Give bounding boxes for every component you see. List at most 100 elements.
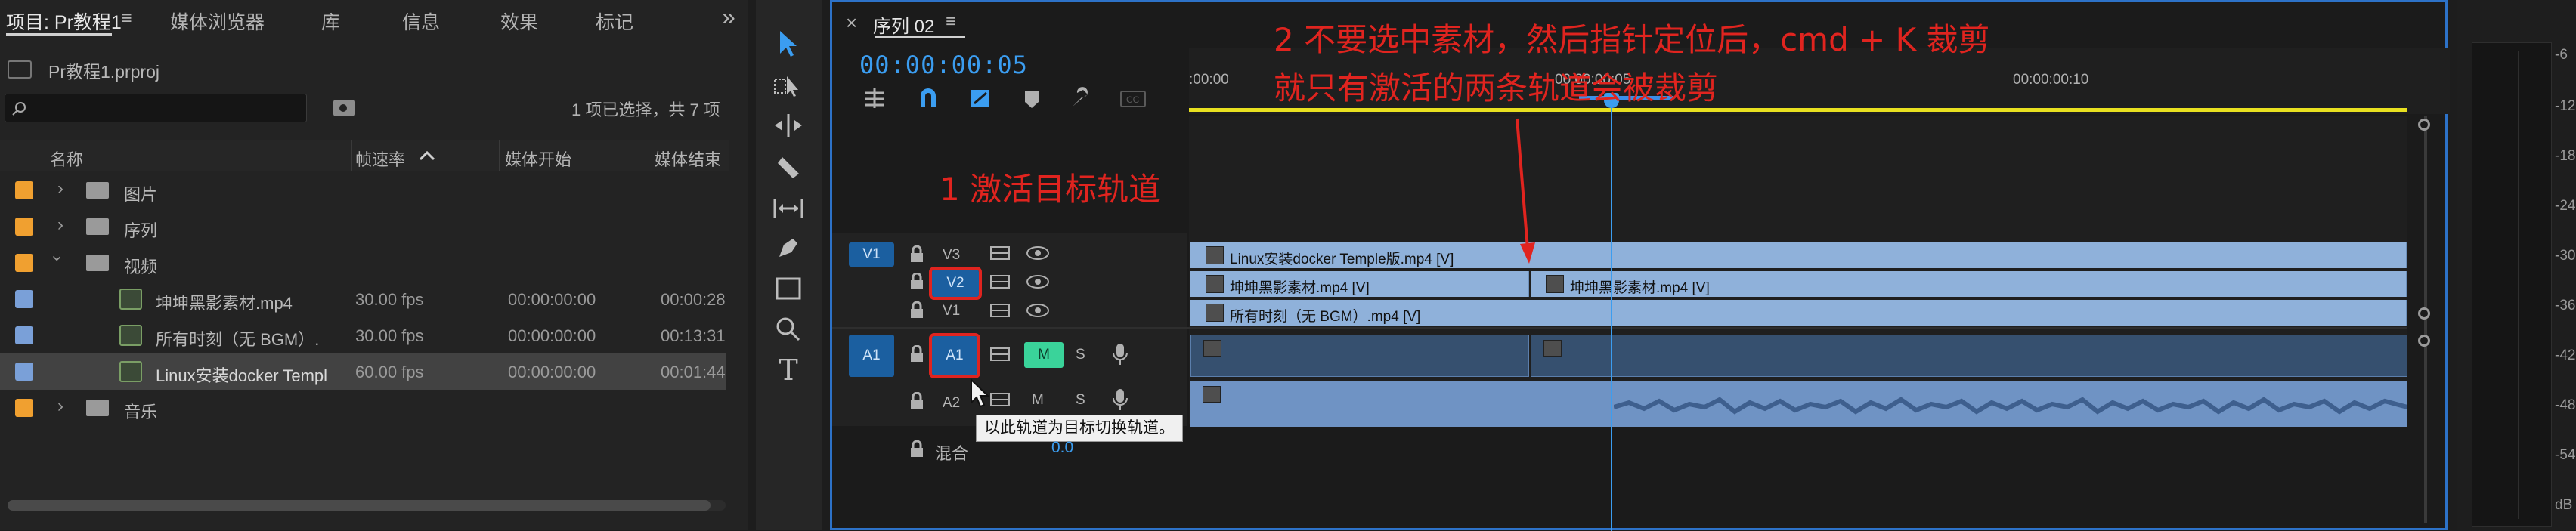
track-area[interactable]: [1189, 116, 2407, 424]
horizontal-scrollbar[interactable]: [8, 500, 726, 511]
project-menu-icon[interactable]: ≡: [121, 8, 132, 29]
tab-markers[interactable]: 标记: [596, 8, 633, 35]
audio-clip-a1-first[interactable]: [1190, 335, 1529, 377]
label-color-swatch[interactable]: [15, 218, 33, 236]
nest-toggle-icon[interactable]: [862, 87, 887, 110]
lock-icon[interactable]: [909, 301, 924, 320]
vertical-scrollbar[interactable]: [2412, 116, 2442, 523]
new-search-bin-icon[interactable]: [333, 97, 355, 118]
column-divider[interactable]: [499, 140, 500, 171]
tab-project[interactable]: 项目: Pr教程1: [6, 8, 122, 35]
audio-clip-a1-second[interactable]: [1531, 335, 2407, 377]
track-target-a1[interactable]: A1: [929, 333, 980, 378]
tab-sequence[interactable]: 序列 02: [873, 11, 934, 38]
tab-media-browser[interactable]: 媒体浏览器: [170, 8, 265, 35]
selection-tool-icon[interactable]: [769, 27, 807, 60]
lock-icon[interactable]: [909, 245, 924, 264]
meter-scale-label: -54: [2555, 447, 2576, 463]
column-name[interactable]: 名称: [50, 147, 83, 171]
sync-lock-icon[interactable]: [989, 345, 1011, 363]
sequence-menu-icon[interactable]: ≡: [946, 11, 956, 32]
ripple-edit-tool-icon[interactable]: [769, 109, 807, 142]
label-color-swatch[interactable]: [15, 181, 33, 199]
rectangle-tool-icon[interactable]: [769, 272, 807, 305]
lock-icon[interactable]: [909, 440, 924, 458]
track-label-v3[interactable]: V3: [943, 247, 960, 264]
clip-v2-first[interactable]: 坤坤黑影素材.mp4 [V]: [1190, 271, 1529, 297]
playhead-line[interactable]: [1611, 93, 1612, 531]
linked-selection-icon[interactable]: [968, 87, 992, 110]
source-patch-a1[interactable]: A1: [849, 335, 894, 377]
voiceover-mic-icon[interactable]: [1112, 387, 1129, 412]
slip-tool-icon[interactable]: [769, 192, 807, 225]
clip-v2-second[interactable]: 坤坤黑影素材.mp4 [V]: [1531, 271, 2407, 297]
pen-tool-icon[interactable]: [769, 231, 807, 264]
mute-button-a1[interactable]: M: [1024, 342, 1064, 368]
sync-lock-icon[interactable]: [989, 301, 1011, 320]
list-item-folder-music[interactable]: › 音乐: [0, 390, 726, 426]
column-divider[interactable]: [351, 140, 352, 171]
label-color-swatch[interactable]: [15, 363, 33, 381]
label-color-swatch[interactable]: [15, 254, 33, 272]
eye-icon[interactable]: [1026, 274, 1050, 289]
scrollbar-handle[interactable]: [2418, 307, 2430, 320]
scrollbar-track[interactable]: [2424, 116, 2427, 523]
solo-button-a2[interactable]: S: [1076, 392, 1085, 409]
track-select-tool-icon[interactable]: [769, 69, 807, 103]
list-item-clip-selected[interactable]: Linux安装docker Templ 60.00 fps 00:00:00:0…: [0, 353, 726, 390]
expand-chevron-icon[interactable]: ›: [57, 396, 63, 417]
label-color-swatch[interactable]: [15, 290, 33, 308]
expand-chevron-icon[interactable]: ›: [57, 215, 63, 236]
hand-tool-icon[interactable]: [769, 313, 807, 346]
list-item-folder-video[interactable]: › 视频: [0, 245, 726, 281]
mix-volume-value[interactable]: 0.0: [1051, 439, 1073, 457]
eye-icon[interactable]: [1026, 303, 1050, 318]
clip-v3[interactable]: Linux安装docker Temple版.mp4 [V]: [1190, 242, 2407, 268]
eye-icon[interactable]: [1026, 245, 1050, 261]
solo-button-a1[interactable]: S: [1076, 347, 1085, 363]
list-item-clip[interactable]: 所有时刻（无 BGM）. 30.00 fps 00:00:00:00 00:13…: [0, 317, 726, 353]
sync-lock-icon[interactable]: [989, 391, 1011, 409]
tab-libraries[interactable]: 库: [321, 8, 340, 35]
label-color-swatch[interactable]: [15, 399, 33, 417]
collapse-chevron-icon[interactable]: ›: [47, 255, 68, 261]
voiceover-mic-icon[interactable]: [1112, 342, 1129, 366]
sort-ascending-icon[interactable]: [418, 150, 436, 162]
sync-lock-icon[interactable]: [989, 273, 1011, 291]
tab-info[interactable]: 信息: [402, 8, 440, 35]
list-item-clip[interactable]: 坤坤黑影素材.mp4 30.00 fps 00:00:00:00 00:00:2…: [0, 281, 726, 317]
close-sequence-icon[interactable]: ×: [846, 11, 857, 35]
timeline-panel: × 序列 02 ≡ 00:00:00:05 CC :00:00 00:00:00…: [830, 0, 2450, 531]
razor-tool-icon[interactable]: [769, 151, 807, 184]
column-media-start[interactable]: 媒体开始: [505, 147, 571, 171]
lock-icon[interactable]: [909, 392, 924, 410]
scrollbar-handle[interactable]: [2418, 119, 2430, 131]
list-item-folder-sequences[interactable]: › 序列: [0, 208, 726, 245]
playhead-timecode[interactable]: 00:00:00:05: [859, 51, 1028, 79]
lock-icon[interactable]: [909, 345, 924, 363]
expand-chevron-icon[interactable]: ›: [57, 178, 63, 199]
mute-button-a2[interactable]: M: [1032, 392, 1044, 409]
tab-effects[interactable]: 效果: [500, 8, 538, 35]
overflow-icon[interactable]: »: [722, 3, 735, 31]
captions-icon[interactable]: CC: [1119, 90, 1147, 108]
track-label-v1[interactable]: V1: [943, 303, 960, 320]
search-input[interactable]: [5, 94, 307, 122]
lock-icon[interactable]: [909, 273, 924, 291]
list-item-folder-images[interactable]: › 图片: [0, 172, 726, 208]
column-media-end[interactable]: 媒体结束: [655, 147, 721, 171]
type-tool-icon[interactable]: T: [769, 353, 807, 387]
sync-lock-icon[interactable]: [989, 244, 1011, 262]
scrollbar-thumb[interactable]: [8, 500, 711, 511]
add-marker-icon[interactable]: [1023, 88, 1041, 110]
track-target-v2[interactable]: V2: [929, 267, 982, 300]
snap-icon[interactable]: [917, 87, 940, 110]
clip-v1[interactable]: 所有时刻（无 BGM）.mp4 [V]: [1190, 300, 2407, 326]
audio-clip-a2[interactable]: [1190, 381, 2407, 427]
column-fps[interactable]: 帧速率: [355, 147, 405, 171]
settings-wrench-icon[interactable]: [1068, 87, 1092, 110]
track-label-a2[interactable]: A2: [943, 395, 960, 412]
scrollbar-handle[interactable]: [2418, 335, 2430, 347]
label-color-swatch[interactable]: [15, 326, 33, 344]
source-patch-v1[interactable]: V1: [849, 242, 894, 267]
